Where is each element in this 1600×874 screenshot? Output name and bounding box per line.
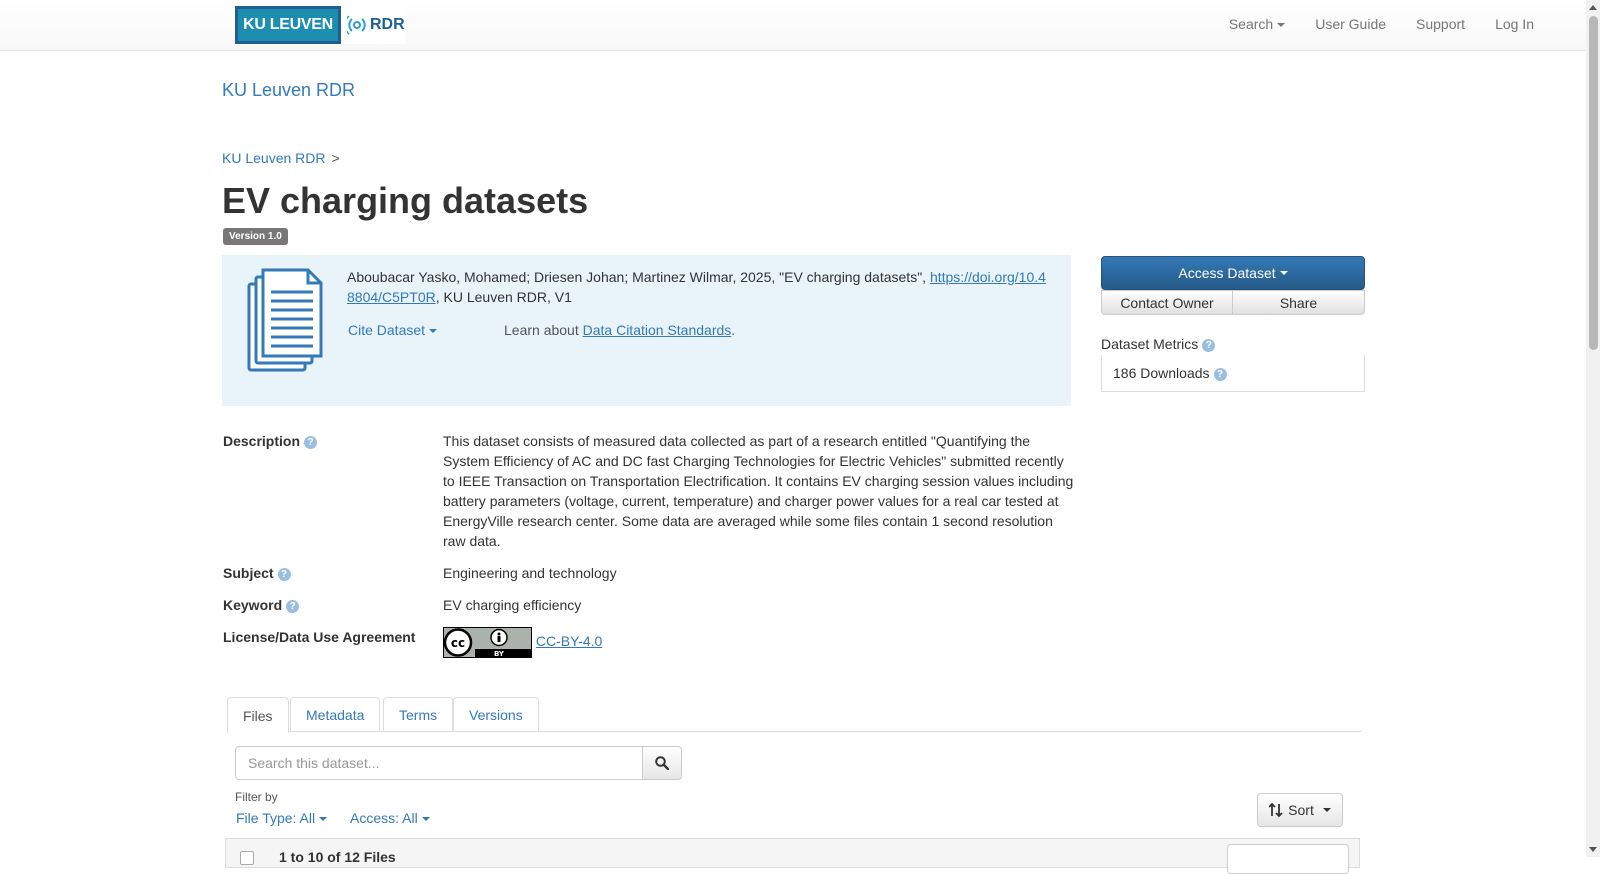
breadcrumb: KU Leuven RDR > <box>222 150 340 166</box>
tab-files[interactable]: Files <box>227 697 289 733</box>
nav-support[interactable]: Support <box>1416 16 1465 32</box>
dataset-search-input[interactable] <box>235 746 643 780</box>
logo-rdr-text: RDR <box>370 16 405 33</box>
description-label: Description? <box>223 433 318 449</box>
keyword-value: EV charging efficiency <box>443 597 582 613</box>
chevron-down-icon <box>1277 23 1286 28</box>
help-icon[interactable]: ? <box>304 435 318 449</box>
sort-icon <box>1269 803 1283 817</box>
nav-login[interactable]: Log In <box>1495 16 1534 32</box>
scrollbar-thumb[interactable] <box>1589 16 1598 350</box>
chevron-down-icon <box>1279 271 1288 275</box>
svg-text:cc: cc <box>451 636 465 650</box>
dataset-metrics-label: Dataset Metrics? <box>1101 336 1216 352</box>
scroll-up-icon[interactable] <box>1589 5 1597 10</box>
rdr-signal-icon <box>347 15 366 35</box>
files-count: 1 to 10 of 12 Files <box>279 849 396 865</box>
chevron-down-icon <box>1322 808 1331 812</box>
help-icon[interactable]: ? <box>277 567 291 581</box>
download-button[interactable] <box>1227 844 1349 874</box>
dataset-title: EV charging datasets <box>222 180 589 221</box>
citation-standards-text: Learn about Data Citation Standards. <box>504 322 736 338</box>
breadcrumb-separator: > <box>331 150 340 166</box>
scroll-down-icon[interactable] <box>1589 847 1597 852</box>
top-navbar: KU LEUVEN RDR Search User Guide Support … <box>0 0 1586 51</box>
dataverse-brand-link[interactable]: KU Leuven RDR <box>222 80 355 101</box>
dataset-tabs: Files Metadata Terms Versions <box>227 697 1362 733</box>
license-label: License/Data Use Agreement <box>223 629 416 645</box>
license-value: cc BY CC-BY-4.0 <box>443 627 602 658</box>
search-button[interactable] <box>642 746 682 780</box>
sort-button[interactable]: Sort <box>1257 793 1343 827</box>
nav-search-dropdown[interactable]: Search <box>1229 16 1286 32</box>
subject-label: Subject? <box>223 565 291 581</box>
cite-dataset-button[interactable]: Cite Dataset <box>348 322 438 338</box>
keyword-label: Keyword? <box>223 597 300 613</box>
access-dataset-button[interactable]: Access Dataset <box>1101 256 1365 290</box>
tab-metadata[interactable]: Metadata <box>290 697 381 732</box>
filter-by-label: Filter by <box>235 790 278 804</box>
file-type-filter[interactable]: File Type: All <box>236 810 328 826</box>
select-all-checkbox[interactable] <box>240 851 254 865</box>
page-scrollbar[interactable] <box>1586 0 1600 857</box>
share-button[interactable]: Share <box>1232 290 1365 315</box>
nav-links: Search User Guide Support Log In <box>1229 16 1534 32</box>
metrics-panel: 186 Downloads? <box>1101 355 1365 392</box>
access-filter[interactable]: Access: All <box>350 810 430 826</box>
help-icon[interactable]: ? <box>286 599 300 613</box>
citation-text: Aboubacar Yasko, Mohamed; Driesen Johan;… <box>347 269 1046 305</box>
files-table-header: 1 to 10 of 12 Files <box>225 838 1360 874</box>
chevron-down-icon <box>319 817 328 822</box>
license-link[interactable]: CC-BY-4.0 <box>536 633 602 649</box>
description-text: This dataset consists of measured data c… <box>443 433 1074 549</box>
ku-leuven-rdr-logo[interactable]: KU LEUVEN RDR <box>235 6 406 44</box>
dataset-document-icon <box>247 268 323 372</box>
help-icon[interactable]: ? <box>1202 338 1216 352</box>
breadcrumb-root-link[interactable]: KU Leuven RDR <box>222 150 326 166</box>
help-icon[interactable]: ? <box>1213 367 1227 381</box>
downloads-count: 186 Downloads <box>1113 365 1210 381</box>
cc-by-license-badge[interactable]: cc BY <box>443 627 532 658</box>
cc-by-badge-text: BY <box>494 650 505 658</box>
tab-versions[interactable]: Versions <box>453 697 539 732</box>
search-icon <box>655 756 669 770</box>
data-citation-standards-link[interactable]: Data Citation Standards <box>583 322 732 338</box>
nav-user-guide[interactable]: User Guide <box>1315 16 1386 32</box>
subject-value: Engineering and technology <box>443 565 617 581</box>
citation-box: Aboubacar Yasko, Mohamed; Driesen Johan;… <box>222 255 1071 406</box>
chevron-down-icon <box>421 817 430 822</box>
tab-terms[interactable]: Terms <box>383 697 454 732</box>
logo-ku-leuven-text: KU LEUVEN <box>235 6 341 44</box>
version-badge: Version 1.0 <box>223 228 288 245</box>
chevron-down-icon <box>429 329 438 334</box>
contact-owner-button[interactable]: Contact Owner <box>1101 290 1233 315</box>
